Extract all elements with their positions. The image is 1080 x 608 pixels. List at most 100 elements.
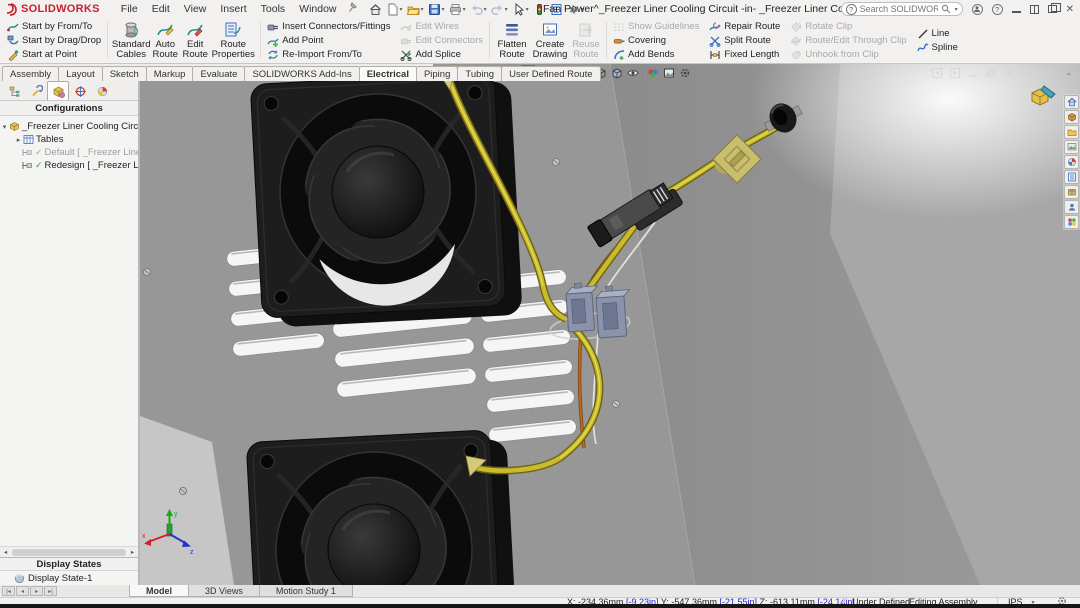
help-search[interactable]: ? ▾ — [841, 2, 963, 16]
select-button[interactable]: ▾ — [511, 1, 530, 17]
menu-insert[interactable]: Insert — [213, 1, 253, 17]
save-button[interactable]: ▾ — [427, 1, 446, 17]
menu-window[interactable]: Window — [292, 1, 343, 17]
dropdown-caret[interactable]: ▾ — [505, 6, 508, 13]
show-guidelines-button[interactable]: Show Guidelines — [611, 20, 701, 34]
display-state-item[interactable]: Display State-1 — [0, 571, 138, 585]
start-by-dragdrop-button[interactable]: Start by Drag/Drop — [5, 34, 103, 48]
doc-prev-icon[interactable] — [932, 68, 942, 78]
home-button[interactable] — [368, 1, 383, 17]
restore-button[interactable] — [1048, 5, 1057, 13]
resources-home-tab[interactable] — [1064, 95, 1079, 109]
pin-icon[interactable] — [348, 2, 358, 16]
doc-next-icon[interactable] — [950, 68, 960, 78]
tab-sketch[interactable]: Sketch — [102, 66, 147, 81]
search-caret[interactable]: ▾ — [955, 6, 958, 13]
search-input[interactable] — [860, 4, 938, 14]
help-icon[interactable]: ? — [992, 4, 1003, 15]
dropdown-caret[interactable]: ▾ — [421, 6, 424, 13]
edit-route-button[interactable]: Edit Route — [180, 19, 210, 63]
tab-assembly[interactable]: Assembly — [2, 66, 59, 81]
scrollbar-thumb[interactable] — [12, 549, 126, 556]
dropdown-caret[interactable]: ▾ — [463, 6, 466, 13]
print-button[interactable]: ▾ — [448, 1, 467, 17]
menu-edit[interactable]: Edit — [145, 1, 177, 17]
reimport-fromto-button[interactable]: Re-Import From/To — [265, 48, 392, 62]
insert-connectors-button[interactable]: Insert Connectors/Fittings — [265, 20, 392, 34]
dropdown-caret[interactable]: ▾ — [442, 6, 445, 13]
create-drawing-button[interactable]: Create Drawing — [530, 19, 570, 63]
route-properties-button[interactable]: Route Properties — [210, 19, 256, 63]
tab-evaluate[interactable]: Evaluate — [192, 66, 245, 81]
add-splice-button[interactable]: Add Splice — [398, 48, 485, 62]
edit-appearance-button[interactable] — [645, 65, 660, 80]
design-library-tab[interactable] — [1064, 110, 1079, 124]
tree-item-tables[interactable]: ▸ Tables — [0, 133, 138, 146]
tab-tubing[interactable]: Tubing — [457, 66, 502, 81]
line-button[interactable]: Line — [915, 27, 960, 41]
motion-study-tab[interactable]: Motion Study 1 — [259, 585, 353, 597]
flatten-route-button[interactable]: Flatten Route — [494, 19, 530, 63]
close-button[interactable]: ✕ — [1066, 4, 1074, 15]
displaymanager-tab[interactable] — [91, 81, 113, 100]
3d-views-tab[interactable]: 3D Views — [188, 585, 260, 597]
display-style-button[interactable] — [609, 65, 624, 80]
viewport-layout-button[interactable] — [1030, 5, 1039, 14]
auto-route-button[interactable]: Auto Route — [150, 19, 180, 63]
reuse-route-button[interactable]: Reuse Route — [570, 19, 602, 63]
propertymanager-tab[interactable] — [25, 81, 47, 100]
pack-and-go-tab[interactable] — [1064, 185, 1079, 199]
collapse-ribbon-icon[interactable]: ⌃ — [1065, 72, 1072, 81]
tree-item-config-default[interactable]: ✓ Default [ _Freezer Liner Coo — [0, 146, 138, 159]
tab-layout[interactable]: Layout — [58, 66, 103, 81]
menu-tools[interactable]: Tools — [254, 1, 293, 17]
panel-horizontal-scrollbar[interactable]: ◂ ▸ — [0, 546, 138, 557]
start-at-point-button[interactable]: Start at Point — [5, 48, 103, 62]
repair-route-button[interactable]: Repair Route — [707, 20, 782, 34]
fan-lower[interactable] — [246, 429, 518, 585]
search-icon[interactable] — [941, 4, 951, 14]
scroll-left-icon[interactable]: ◂ — [0, 547, 11, 558]
menu-file[interactable]: File — [114, 1, 145, 17]
last-tab-button[interactable]: ▸| — [44, 586, 57, 596]
tree-item-config-root[interactable]: ▾ _Freezer Liner Cooling Circuit Config — [0, 120, 138, 133]
open-button[interactable]: ▾ — [406, 1, 425, 17]
view-settings-button[interactable] — [677, 65, 692, 80]
prev-tab-button[interactable]: ◂ — [16, 586, 29, 596]
menu-view[interactable]: View — [177, 1, 214, 17]
fan-upper[interactable] — [250, 71, 522, 328]
tab-markup[interactable]: Markup — [146, 66, 194, 81]
apply-scene-button[interactable] — [661, 65, 676, 80]
unhook-from-clip-button[interactable]: Unhook from Clip — [788, 48, 908, 62]
edit-assembly-corner-icon[interactable] — [1028, 84, 1058, 113]
dropdown-caret[interactable]: ▾ — [484, 6, 487, 13]
solidworks-add-ins-tab[interactable] — [1064, 215, 1079, 229]
redo-button[interactable]: ▾ — [490, 1, 509, 17]
edit-connectors-button[interactable]: Edit Connectors — [398, 34, 485, 48]
model-tab[interactable]: Model — [129, 585, 189, 597]
doc-restore-icon[interactable] — [986, 68, 996, 78]
add-bends-button[interactable]: Add Bends — [611, 48, 701, 62]
scroll-right-icon[interactable]: ▸ — [127, 547, 138, 558]
file-explorer-tab[interactable] — [1064, 125, 1079, 139]
dropdown-caret[interactable]: ▾ — [526, 6, 529, 13]
route-edit-through-clip-button[interactable]: Route/Edit Through Clip — [788, 34, 908, 48]
split-route-button[interactable]: Split Route — [707, 34, 782, 48]
hide-show-items-button[interactable] — [625, 65, 640, 80]
undo-button[interactable]: ▾ — [469, 1, 488, 17]
appearances-scenes-tab[interactable] — [1064, 155, 1079, 169]
tab-electrical[interactable]: Electrical — [359, 66, 417, 81]
forum-tab[interactable] — [1064, 200, 1079, 214]
tab-solidworks-addins[interactable]: SOLIDWORKS Add-Ins — [244, 66, 359, 81]
tree-item-config-redesign[interactable]: ✓ Redesign [ _Freezer Liner C — [0, 159, 138, 172]
first-tab-button[interactable]: |◂ — [2, 586, 15, 596]
doc-close-icon[interactable] — [1004, 68, 1014, 78]
standard-cables-button[interactable]: Standard Cables — [112, 19, 150, 63]
configurationmanager-tab[interactable] — [47, 81, 69, 100]
graphics-area[interactable]: x y z — [140, 64, 1080, 585]
add-point-button[interactable]: Add Point — [265, 34, 392, 48]
tab-piping[interactable]: Piping — [416, 66, 458, 81]
start-by-fromto-button[interactable]: Start by From/To — [5, 20, 103, 34]
dimxpertmanager-tab[interactable] — [69, 81, 91, 100]
new-document-button[interactable]: ▾ — [385, 1, 404, 17]
